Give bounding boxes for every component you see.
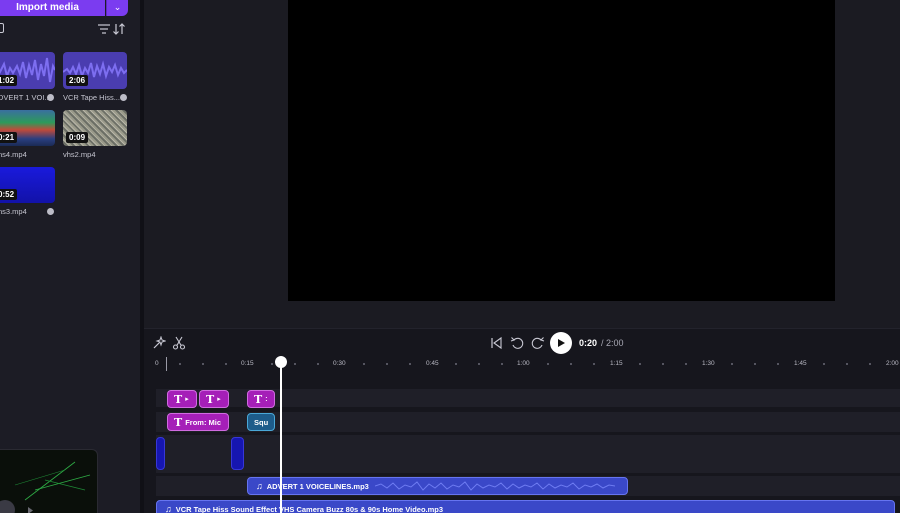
- ruler-dot: [455, 363, 457, 365]
- magic-edit-icon[interactable]: [152, 336, 166, 350]
- playhead-handle[interactable]: [275, 356, 287, 368]
- text-icon: T: [206, 392, 215, 406]
- text-icon: T: [174, 392, 183, 406]
- play-button[interactable]: [550, 332, 572, 354]
- media-label: ns4.mp4: [0, 150, 27, 159]
- ruler-dot: [386, 363, 388, 365]
- media-thumb-vhs2[interactable]: 0:09: [63, 110, 127, 146]
- ruler-dot: [869, 363, 871, 365]
- text-clip[interactable]: T ▸: [167, 390, 197, 408]
- media-thumb-voicelines[interactable]: 1:02: [0, 52, 55, 89]
- ruler-dot: [823, 363, 825, 365]
- playhead-line: [280, 364, 282, 513]
- duration-badge: 0:21: [0, 132, 18, 143]
- forward-5s-icon[interactable]: [531, 336, 545, 350]
- in-use-check-icon: [47, 94, 54, 101]
- ruler-dot: [731, 363, 733, 365]
- ruler-dot: [639, 363, 641, 365]
- ruler-dot: [685, 363, 687, 365]
- ruler-dot: [202, 363, 204, 365]
- ruler-label: 1:30: [702, 360, 715, 367]
- media-label: DVERT 1 VOI...: [0, 93, 51, 102]
- ruler-dot: [317, 363, 319, 365]
- text-icon: T: [254, 392, 263, 406]
- ruler-dot: [593, 363, 595, 365]
- current-time: 0:20: [579, 338, 598, 348]
- text-clip[interactable]: T ▸: [199, 390, 229, 408]
- music-note-icon: ♫: [165, 504, 172, 513]
- ruler-dot: [777, 363, 779, 365]
- music-note-icon: ♫: [256, 481, 263, 491]
- ruler-dot: [409, 363, 411, 365]
- duration-badge: 1:02: [0, 75, 18, 86]
- ruler-label: 0:30: [333, 360, 346, 367]
- video-canvas[interactable]: [288, 0, 835, 301]
- preview-frame: [14, 461, 91, 501]
- import-dropdown-button[interactable]: ⌄: [106, 0, 128, 16]
- app-window: Import media ⌄ 1:02 DVERT 1 VOI... 2:06 …: [0, 0, 900, 513]
- duration-badge: 0:09: [66, 132, 89, 143]
- ruler-label: 0:15: [241, 360, 254, 367]
- mini-next-icon[interactable]: [27, 506, 36, 513]
- ruler-dot: [754, 363, 756, 365]
- text-icon: T: [174, 415, 183, 429]
- sort-icon[interactable]: [112, 22, 126, 36]
- track-video: [156, 435, 900, 473]
- in-use-check-icon: [120, 94, 127, 101]
- text-clip-from-mic[interactable]: T From: Mic: [167, 413, 229, 431]
- ruler-dot: [547, 363, 549, 365]
- media-label: vhs2.mp4: [63, 150, 96, 159]
- play-icon: [558, 339, 565, 347]
- rewind-5s-icon[interactable]: [510, 336, 524, 350]
- scissors-icon[interactable]: [172, 336, 186, 350]
- ruler-dot: [662, 363, 664, 365]
- ruler-dot: [271, 363, 273, 365]
- media-panel: Import media ⌄ 1:02 DVERT 1 VOI... 2:06 …: [0, 0, 140, 513]
- import-media-button[interactable]: Import media: [0, 0, 105, 16]
- skip-to-start-icon[interactable]: [489, 336, 503, 350]
- filter-icon[interactable]: [98, 24, 110, 34]
- ruler-start-marker: [166, 357, 167, 371]
- ruler-label: 2:00: [886, 360, 899, 367]
- ruler-label: 1:15: [610, 360, 623, 367]
- video-clip[interactable]: [156, 437, 165, 470]
- ruler-dot: [363, 363, 365, 365]
- media-thumb-vcr-hiss[interactable]: 2:06: [63, 52, 127, 89]
- ruler-dot: [478, 363, 480, 365]
- in-use-check-icon: [47, 208, 54, 215]
- mini-preview-player: [0, 449, 98, 513]
- ruler-label: 0:45: [426, 360, 439, 367]
- total-time: / 2:00: [601, 338, 624, 348]
- ruler-dot: [501, 363, 503, 365]
- duration-badge: 2:06: [66, 75, 89, 86]
- audio-clip-voicelines[interactable]: ♫ ADVERT 1 VOICELINES.mp3: [247, 477, 628, 495]
- video-clip[interactable]: [231, 437, 244, 470]
- shape-clip[interactable]: Squ: [247, 413, 275, 431]
- audio-clip-vcr-hiss[interactable]: ♫ VCR Tape Hiss Sound Effect VHS Camera …: [156, 500, 895, 513]
- ruler-label: 0: [155, 360, 159, 367]
- media-thumb-vhs4[interactable]: 0:21: [0, 110, 55, 146]
- ruler-dot: [294, 363, 296, 365]
- ruler-label: 1:00: [517, 360, 530, 367]
- ruler-dot: [225, 363, 227, 365]
- chevron-down-icon: ⌄: [113, 1, 122, 12]
- media-thumb-vhs3[interactable]: 0:52: [0, 167, 55, 203]
- ruler-dot: [570, 363, 572, 365]
- media-label: ns3.mp4: [0, 207, 27, 216]
- media-label: VCR Tape Hiss...: [63, 93, 120, 102]
- text-clip[interactable]: T:: [247, 390, 275, 408]
- ruler-dot: [846, 363, 848, 365]
- duration-badge: 0:52: [0, 189, 18, 200]
- timeline: 0:20 / 2:00 0 0:15 0:30 0:45 1:00 1:15 1…: [144, 328, 900, 513]
- audio-waveform: [374, 481, 615, 491]
- ruler-dot: [179, 363, 181, 365]
- select-all-checkbox[interactable]: [0, 23, 4, 33]
- ruler-label: 1:45: [794, 360, 807, 367]
